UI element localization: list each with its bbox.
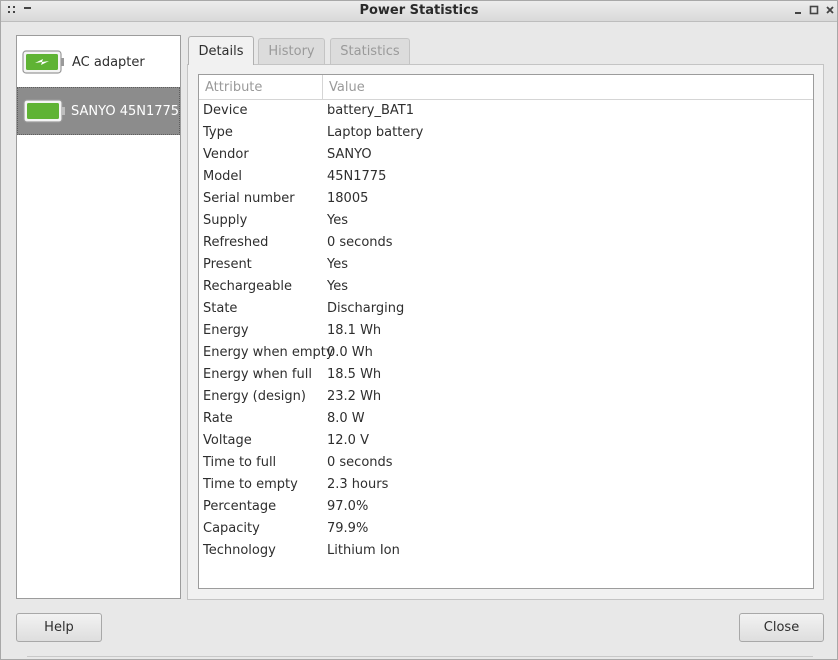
- value-cell: 2.3 hours: [327, 477, 389, 492]
- table-row[interactable]: Energy when full 18.5 Wh: [199, 364, 813, 386]
- window-title: Power Statistics: [359, 3, 479, 18]
- value-cell: 23.2 Wh: [327, 389, 382, 404]
- attribute-cell: Serial number: [203, 191, 295, 206]
- value-cell: SANYO: [327, 147, 372, 162]
- table-row[interactable]: Percentage 97.0%: [199, 496, 813, 518]
- table-row[interactable]: Time to full 0 seconds: [199, 452, 813, 474]
- tab-details[interactable]: Details: [188, 36, 254, 65]
- table-row[interactable]: Energy 18.1 Wh: [199, 320, 813, 342]
- value-cell: 12.0 V: [327, 433, 369, 448]
- attribute-cell: Model: [203, 169, 243, 184]
- help-button[interactable]: Help: [16, 613, 102, 642]
- value-cell: 79.9%: [327, 521, 369, 536]
- table-row[interactable]: Type Laptop battery: [199, 122, 813, 144]
- attribute-cell: Rechargeable: [203, 279, 292, 294]
- device-label-battery: SANYO 45N1775: [71, 103, 180, 119]
- table-row[interactable]: State Discharging: [199, 298, 813, 320]
- value-cell: Yes: [327, 213, 348, 228]
- table-header: Attribute Value: [199, 75, 813, 100]
- attribute-cell: Energy (design): [203, 389, 306, 404]
- value-cell: Yes: [327, 279, 348, 294]
- value-cell: 0.0 Wh: [327, 345, 373, 360]
- table-row[interactable]: Rate 8.0 W: [199, 408, 813, 430]
- attribute-cell: Device: [203, 103, 248, 118]
- title-bar[interactable]: Power Statistics: [1, 1, 837, 22]
- table-row[interactable]: Capacity 79.9%: [199, 518, 813, 540]
- value-cell: 0 seconds: [327, 235, 393, 250]
- table-row[interactable]: Supply Yes: [199, 210, 813, 232]
- column-header-value[interactable]: Value: [329, 80, 365, 95]
- device-list: AC adapter SANYO 45N1775: [16, 35, 181, 599]
- table-row[interactable]: Time to empty 2.3 hours: [199, 474, 813, 496]
- tab-statistics[interactable]: Statistics: [330, 38, 410, 64]
- battery-icon: [23, 99, 65, 123]
- table-row[interactable]: Rechargeable Yes: [199, 276, 813, 298]
- attribute-cell: Technology: [203, 543, 276, 558]
- attribute-cell: Percentage: [203, 499, 277, 514]
- attribute-cell: Vendor: [203, 147, 249, 162]
- attribute-cell: Type: [203, 125, 233, 140]
- value-cell: Discharging: [327, 301, 405, 316]
- value-cell: 18.5 Wh: [327, 367, 382, 382]
- value-cell: Yes: [327, 257, 348, 272]
- value-cell: Lithium Ion: [327, 543, 400, 558]
- table-row[interactable]: Device battery_BAT1: [199, 100, 813, 122]
- ac-adapter-icon: [22, 50, 64, 74]
- bottom-divider: [27, 656, 813, 657]
- table-row[interactable]: Vendor SANYO: [199, 144, 813, 166]
- value-cell: 97.0%: [327, 499, 369, 514]
- table-row[interactable]: Technology Lithium Ion: [199, 540, 813, 562]
- minimize-icon[interactable]: [791, 3, 805, 17]
- details-table[interactable]: Attribute Value Device battery_BAT1 Type La…: [198, 74, 814, 589]
- value-cell: 8.0 W: [327, 411, 365, 426]
- table-row[interactable]: Refreshed 0 seconds: [199, 232, 813, 254]
- value-cell: Laptop battery: [327, 125, 424, 140]
- attribute-cell: Rate: [203, 411, 233, 426]
- maximize-icon[interactable]: [807, 3, 821, 17]
- attribute-cell: Energy when empty: [203, 345, 334, 360]
- close-button[interactable]: Close: [739, 613, 824, 642]
- value-cell: 18.1 Wh: [327, 323, 382, 338]
- close-icon[interactable]: [823, 3, 837, 17]
- value-cell: 45N1775: [327, 169, 387, 184]
- table-row[interactable]: Model 45N1775: [199, 166, 813, 188]
- tab-history[interactable]: History: [258, 38, 325, 64]
- column-header-attribute[interactable]: Attribute: [205, 80, 262, 95]
- column-divider: [322, 75, 323, 99]
- table-rows: Device battery_BAT1 Type Laptop battery Vend…: [199, 100, 813, 562]
- device-item-battery[interactable]: SANYO 45N1775: [17, 87, 180, 135]
- attribute-cell: Voltage: [203, 433, 252, 448]
- attribute-cell: Energy when full: [203, 367, 312, 382]
- device-label-ac-adapter: AC adapter: [72, 54, 145, 70]
- value-cell: 18005: [327, 191, 369, 206]
- attribute-cell: Capacity: [203, 521, 260, 536]
- attribute-cell: Energy: [203, 323, 249, 338]
- attribute-cell: Refreshed: [203, 235, 269, 250]
- power-statistics-window: Power Statistics AC adapter SANYO 45N177…: [0, 0, 838, 660]
- value-cell: battery_BAT1: [327, 103, 414, 118]
- table-row[interactable]: Voltage 12.0 V: [199, 430, 813, 452]
- attribute-cell: Present: [203, 257, 252, 272]
- details-tab-panel: Attribute Value Device battery_BAT1 Type La…: [187, 64, 824, 600]
- attribute-cell: State: [203, 301, 238, 316]
- attribute-cell: Supply: [203, 213, 248, 228]
- value-cell: 0 seconds: [327, 455, 393, 470]
- table-row[interactable]: Energy when empty 0.0 Wh: [199, 342, 813, 364]
- table-row[interactable]: Present Yes: [199, 254, 813, 276]
- attribute-cell: Time to full: [203, 455, 277, 470]
- attribute-cell: Time to empty: [203, 477, 298, 492]
- table-row[interactable]: Energy (design) 23.2 Wh: [199, 386, 813, 408]
- table-row[interactable]: Serial number 18005: [199, 188, 813, 210]
- device-item-ac-adapter[interactable]: AC adapter: [17, 38, 180, 86]
